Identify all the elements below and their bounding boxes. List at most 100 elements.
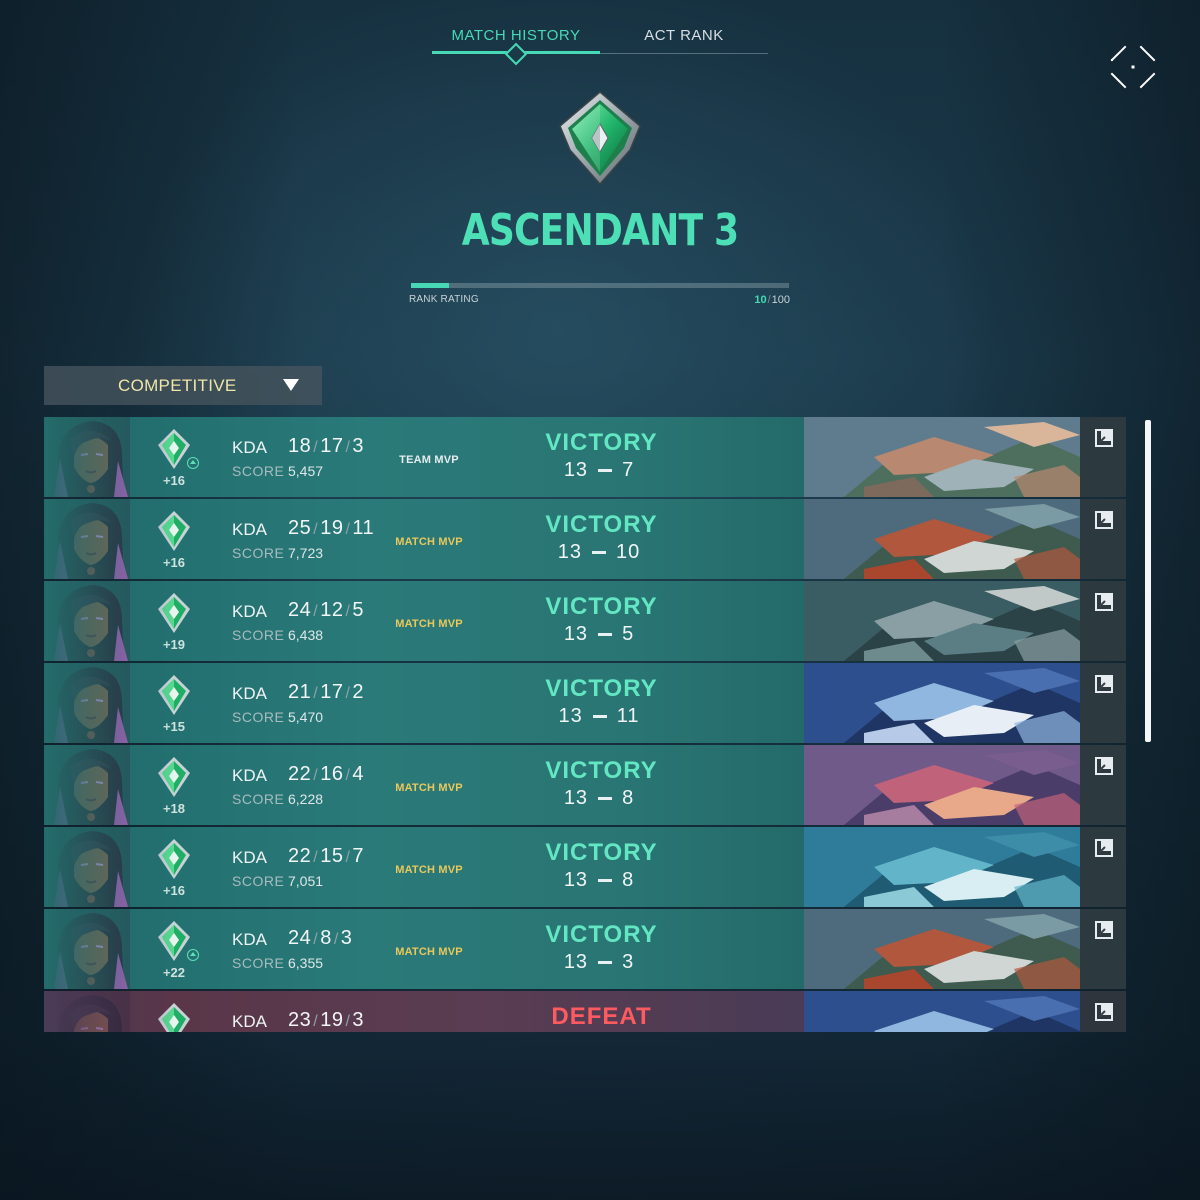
rank-title: ASCENDANT 3 <box>461 205 739 256</box>
rank-up-icon <box>187 949 199 961</box>
match-row[interactable]: +22 KDA 24/8/3 SCORE 6,355 MATCH MVP VIC… <box>44 909 1126 989</box>
deaths: 12 <box>320 599 344 621</box>
enemy-score: 8 <box>622 869 635 891</box>
combat-score: 6,438 <box>288 627 324 643</box>
map-thumbnail <box>804 417 1080 497</box>
open-match-details-icon[interactable] <box>1095 429 1113 447</box>
open-match-details-icon[interactable] <box>1095 593 1113 611</box>
kills: 24 <box>288 927 312 949</box>
kda-label: KDA <box>232 684 267 703</box>
assists: 3 <box>352 435 365 457</box>
kills: 25 <box>288 517 312 539</box>
mvp-badge: MATCH MVP <box>395 536 463 548</box>
map-thumbnail <box>804 745 1080 825</box>
match-history-list: +16 KDA 18/17/3 SCORE 5,457 TEAM MVP VIC… <box>44 416 1126 1032</box>
kills: 22 <box>288 763 312 785</box>
map-thumbnail-fade <box>44 827 174 907</box>
enemy-score: 10 <box>616 541 641 563</box>
match-row[interactable]: +18 KDA 22/16/4 SCORE 6,228 MATCH MVP VI… <box>44 745 1126 825</box>
team-score: 13 <box>563 623 589 645</box>
active-tab-diamond-icon <box>504 42 528 66</box>
score-separator <box>598 633 613 637</box>
match-result: VICTORY <box>545 429 658 456</box>
kda-label: KDA <box>232 930 267 949</box>
match-row[interactable]: +19 KDA 24/12/5 SCORE 6,438 MATCH MVP VI… <box>44 581 1126 661</box>
match-result: VICTORY <box>545 921 658 948</box>
round-score: 13 5 <box>514 623 684 646</box>
score-separator <box>598 961 613 965</box>
map-thumbnail <box>804 827 1080 907</box>
kda-label: KDA <box>232 1012 267 1031</box>
tab-match-history-label: MATCH HISTORY <box>451 27 581 44</box>
open-match-details-icon[interactable] <box>1095 839 1113 857</box>
match-result: VICTORY <box>545 839 658 866</box>
tab-match-history[interactable]: MATCH HISTORY <box>432 22 600 66</box>
map-thumbnail <box>804 909 1080 989</box>
tab-bar: MATCH HISTORY ACT RANK <box>432 22 768 66</box>
team-score: 13 <box>557 541 582 563</box>
team-score: 13 <box>563 459 589 481</box>
map-thumbnail-fade <box>44 745 174 825</box>
map-thumbnail <box>804 991 1080 1032</box>
kills: 24 <box>288 599 312 621</box>
enemy-score: 3 <box>622 951 635 973</box>
combat-score: 5,470 <box>288 709 324 725</box>
match-list-scrollbar[interactable] <box>1145 420 1151 742</box>
enemy-score: 7 <box>622 459 635 481</box>
rank-up-icon <box>187 457 199 469</box>
open-match-details-icon[interactable] <box>1095 757 1113 775</box>
match-row[interactable]: KDA 23/19/3 MATCH MVP DEFEAT <box>44 991 1126 1032</box>
map-thumbnail <box>804 499 1080 579</box>
kda-label: KDA <box>232 438 267 457</box>
deaths: 16 <box>320 763 344 785</box>
open-match-details-icon[interactable] <box>1095 1003 1113 1021</box>
score-label: SCORE <box>232 955 285 971</box>
assists: 4 <box>352 763 365 785</box>
kda-value: 22/16/4 <box>288 763 365 785</box>
deaths: 19 <box>320 1009 344 1031</box>
match-row[interactable]: +16 KDA 18/17/3 SCORE 5,457 TEAM MVP VIC… <box>44 417 1126 497</box>
round-score: 13 8 <box>514 787 684 810</box>
deaths: 15 <box>320 845 344 867</box>
score-separator <box>592 715 607 719</box>
queue-mode-dropdown[interactable]: COMPETITIVE <box>44 366 322 405</box>
assists: 3 <box>340 927 353 949</box>
assists: 11 <box>352 517 375 539</box>
kda-label: KDA <box>232 602 267 621</box>
deaths: 17 <box>320 435 344 457</box>
assists: 3 <box>352 1009 365 1031</box>
combat-score: 6,228 <box>288 791 324 807</box>
round-score: 13 7 <box>514 459 684 482</box>
score-label: SCORE <box>232 873 285 889</box>
deaths: 17 <box>320 681 344 703</box>
score-separator <box>592 551 606 555</box>
team-score: 13 <box>563 787 589 809</box>
team-score: 13 <box>563 869 589 891</box>
map-thumbnail-fade <box>44 909 174 989</box>
enemy-score: 5 <box>622 623 635 645</box>
match-row[interactable]: +16 KDA 22/15/7 SCORE 7,051 MATCH MVP VI… <box>44 827 1126 907</box>
open-match-details-icon[interactable] <box>1095 675 1113 693</box>
match-result: VICTORY <box>545 675 658 702</box>
match-row[interactable]: +15 KDA 21/17/2 SCORE 5,470 VICTORY 13 11 <box>44 663 1126 743</box>
rank-rating-current: 10 <box>754 294 767 306</box>
assists: 5 <box>352 599 365 621</box>
map-thumbnail-fade <box>44 499 174 579</box>
tab-act-rank[interactable]: ACT RANK <box>600 22 768 54</box>
mvp-badge: MATCH MVP <box>395 946 463 958</box>
enemy-score: 11 <box>616 705 640 727</box>
deaths: 19 <box>320 517 344 539</box>
rank-rating-separator: / <box>767 294 771 306</box>
kda-label: KDA <box>232 520 267 539</box>
expand-icon[interactable] <box>1106 40 1160 94</box>
combat-score: 5,457 <box>288 463 324 479</box>
kda-value: 18/17/3 <box>288 435 365 457</box>
mvp-badge: MATCH MVP <box>395 864 463 876</box>
open-match-details-icon[interactable] <box>1095 511 1113 529</box>
open-match-details-icon[interactable] <box>1095 921 1113 939</box>
match-row[interactable]: +16 KDA 25/19/11 SCORE 7,723 MATCH MVP V… <box>44 499 1126 579</box>
mvp-badge: TEAM MVP <box>399 454 459 466</box>
map-thumbnail-fade <box>44 663 174 743</box>
combat-score: 6,355 <box>288 955 324 971</box>
map-thumbnail <box>804 581 1080 661</box>
